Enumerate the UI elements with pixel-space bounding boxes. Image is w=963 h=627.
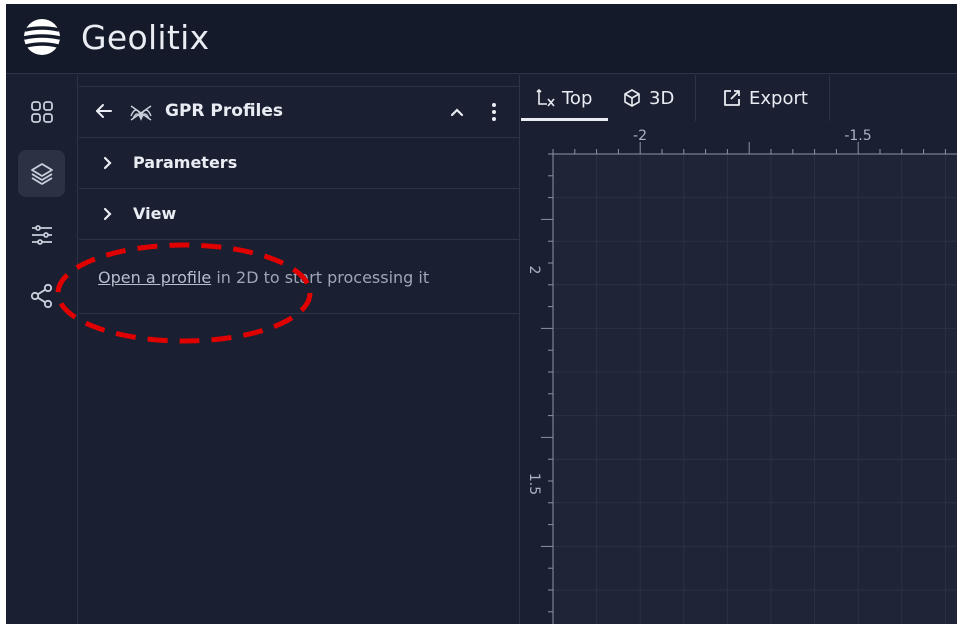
tab-label: Export xyxy=(749,87,808,109)
viewer-area: Top 3D Export -2 -1.5 2 1.5 xyxy=(521,75,957,624)
chevron-up-icon[interactable] xyxy=(447,102,467,122)
back-arrow-icon[interactable] xyxy=(93,100,115,122)
section-label: View xyxy=(133,204,177,223)
export-button[interactable]: Export xyxy=(721,75,808,121)
layers-icon xyxy=(30,162,53,185)
export-icon xyxy=(724,90,740,106)
app-title: Geolitix xyxy=(81,18,210,57)
open-profile-link[interactable]: Open a profile xyxy=(98,268,211,287)
gpr-wave-icon xyxy=(130,105,152,121)
viewer-tabs: Top 3D Export xyxy=(521,75,957,121)
panel-header: GPR Profiles xyxy=(79,86,520,138)
dashboard-button[interactable] xyxy=(18,88,65,135)
chevron-right-icon xyxy=(103,207,112,221)
section-view[interactable]: View xyxy=(79,189,520,240)
y-tick-label: 1.5 xyxy=(526,473,542,495)
section-label: Parameters xyxy=(133,153,238,172)
tab-label: Top xyxy=(562,87,593,109)
y-tick-label: 2 xyxy=(526,266,542,275)
more-vertical-icon[interactable] xyxy=(484,100,504,124)
cube-icon xyxy=(624,89,640,107)
app-window: Geolitix GPR Profiles Parameters View Op… xyxy=(6,4,957,624)
section-parameters[interactable]: Parameters xyxy=(79,138,520,189)
layers-button[interactable] xyxy=(18,150,65,197)
sliders-icon xyxy=(31,224,52,245)
tab-divider xyxy=(829,75,830,121)
top-bar: Geolitix xyxy=(6,4,957,74)
globe-logo-icon xyxy=(23,19,61,55)
share-button[interactable] xyxy=(18,272,65,319)
axes-top-icon xyxy=(536,88,555,107)
x-tick-label: -1.5 xyxy=(844,128,871,144)
info-text: Open a profile in 2D to start processing… xyxy=(98,268,429,287)
gpr-profiles-panel: GPR Profiles Parameters View Open a prof… xyxy=(79,75,520,624)
tab-top[interactable]: Top xyxy=(534,75,592,121)
settings-sliders-button[interactable] xyxy=(18,211,65,258)
dashboard-icon xyxy=(30,100,53,123)
share-icon xyxy=(30,283,52,308)
icon-rail xyxy=(6,75,78,624)
chevron-right-icon xyxy=(103,156,112,170)
info-message: Open a profile in 2D to start processing… xyxy=(79,241,520,314)
top-view-canvas[interactable]: -2 -1.5 2 1.5 xyxy=(521,121,957,624)
tab-label: 3D xyxy=(649,87,675,109)
panel-title: GPR Profiles xyxy=(165,101,284,121)
x-tick-label: -2 xyxy=(633,128,647,144)
tab-3d[interactable]: 3D xyxy=(621,75,674,121)
tab-divider xyxy=(695,75,696,121)
info-rest-text: in 2D to start processing it xyxy=(211,268,430,287)
